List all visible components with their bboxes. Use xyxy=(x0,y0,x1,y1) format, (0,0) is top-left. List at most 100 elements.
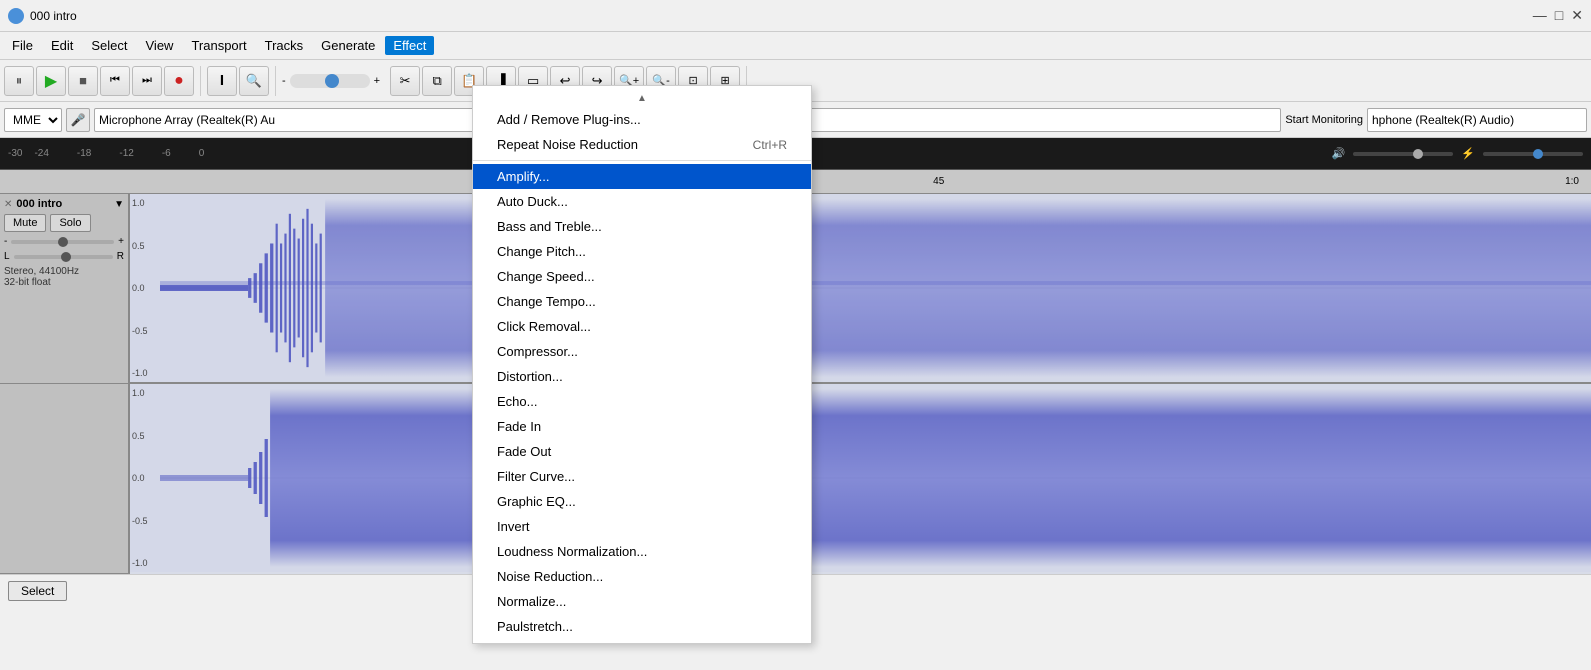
track1-mute-button[interactable]: Mute xyxy=(4,214,46,232)
dropdown-scroll-up[interactable]: ▲ xyxy=(473,90,811,107)
db-label-3: -18 xyxy=(77,148,91,159)
monitoring-label: Start Monitoring xyxy=(1285,114,1363,126)
menu-item-click-removal[interactable]: Click Removal... xyxy=(473,314,811,339)
menu-generate[interactable]: Generate xyxy=(313,36,383,55)
track1-controls: Mute Solo xyxy=(4,214,124,232)
menu-item-amplify[interactable]: Amplify... xyxy=(473,164,811,189)
waveform-2[interactable] xyxy=(160,384,1591,572)
menu-item-repeat-nr[interactable]: Repeat Noise Reduction Ctrl+R xyxy=(473,132,811,157)
volume-plus: + xyxy=(374,75,380,87)
gain-thumb[interactable] xyxy=(58,237,68,247)
menu-item-add-plugins[interactable]: Add / Remove Plug-ins... xyxy=(473,107,811,132)
track1-name: 000 intro xyxy=(16,198,110,210)
record-button[interactable]: ● xyxy=(164,66,194,96)
close-button[interactable]: ✕ xyxy=(1571,7,1583,24)
menu-item-bass-treble[interactable]: Bass and Treble... xyxy=(473,214,811,239)
menu-item-noise-reduction[interactable]: Noise Reduction... xyxy=(473,564,811,589)
menu-item-graphic-eq[interactable]: Graphic EQ... xyxy=(473,489,811,514)
host-select[interactable]: MME xyxy=(4,108,62,132)
amp2-1-0: 1.0 xyxy=(132,388,158,398)
skip-start-button[interactable]: ⏮ xyxy=(100,66,130,96)
minimize-button[interactable]: — xyxy=(1533,7,1547,24)
track1-pan-row: L R xyxy=(4,251,124,262)
amp2-0-5: 0.5 xyxy=(132,431,158,441)
track-panel: ✕ 000 intro ▼ Mute Solo - + L R xyxy=(0,194,130,574)
waveform-container: 1.0 0.5 0.0 -0.5 -1.0 // Generated via J… xyxy=(130,194,1591,574)
track1-solo-button[interactable]: Solo xyxy=(50,214,90,232)
speed-thumb[interactable] xyxy=(1533,149,1543,159)
amp-labels-2: 1.0 0.5 0.0 -0.5 -1.0 xyxy=(130,384,160,572)
pan-thumb[interactable] xyxy=(61,252,71,262)
menu-item-compressor[interactable]: Compressor... xyxy=(473,339,811,364)
mic-button[interactable]: 🎤 xyxy=(66,108,90,132)
spkr-icon: 🔊 xyxy=(1332,147,1346,160)
gain-minus: - xyxy=(4,236,7,247)
menu-item-fade-in[interactable]: Fade In xyxy=(473,414,811,439)
menu-item-change-tempo[interactable]: Change Tempo... xyxy=(473,289,811,314)
timeline-45: 45 xyxy=(933,176,944,187)
track1-arrow[interactable]: ▼ xyxy=(114,199,124,210)
track2-header xyxy=(0,384,128,574)
pan-slider[interactable] xyxy=(14,255,113,259)
pan-l: L xyxy=(4,251,10,262)
track1-close[interactable]: ✕ xyxy=(4,199,12,210)
db-label-5: -6 xyxy=(162,148,171,159)
track1-info: Stereo, 44100Hz 32-bit float xyxy=(4,266,124,288)
gain-slider[interactable] xyxy=(11,240,114,244)
title-bar: 000 intro — □ ✕ xyxy=(0,0,1591,32)
gain-plus: + xyxy=(118,236,124,247)
dropdown-sep-1 xyxy=(473,160,811,161)
track1-name-row: ✕ 000 intro ▼ xyxy=(4,198,124,210)
waveform-1[interactable] xyxy=(160,194,1591,382)
menu-tracks[interactable]: Tracks xyxy=(257,36,312,55)
menu-item-auto-duck[interactable]: Auto Duck... xyxy=(473,189,811,214)
db-label-1: -30 xyxy=(8,148,22,159)
select-tool-button[interactable]: I xyxy=(207,66,237,96)
menu-transport[interactable]: Transport xyxy=(183,36,254,55)
amp2-0-0: 0.0 xyxy=(132,473,158,483)
zoom-tool-button[interactable]: 🔍 xyxy=(239,66,269,96)
volume-slider[interactable] xyxy=(290,74,370,88)
stop-button[interactable]: ■ xyxy=(68,66,98,96)
pause-button[interactable]: ⏸ xyxy=(4,66,34,96)
select-button[interactable]: Select xyxy=(8,581,67,601)
track1-header: ✕ 000 intro ▼ Mute Solo - + L R xyxy=(0,194,128,384)
output-vol-slider[interactable] xyxy=(1353,152,1453,156)
pan-r: R xyxy=(117,251,124,262)
menu-view[interactable]: View xyxy=(138,36,182,55)
menu-file[interactable]: File xyxy=(4,36,41,55)
menu-item-filter-curve[interactable]: Filter Curve... xyxy=(473,464,811,489)
waveform-track1[interactable]: 1.0 0.5 0.0 -0.5 -1.0 // Generated via J… xyxy=(130,194,1591,384)
output-device-label: hphone (Realtek(R) Audio) xyxy=(1367,108,1587,132)
meter-controls: 🔊 ⚡ xyxy=(1332,147,1583,160)
menu-item-fade-out[interactable]: Fade Out xyxy=(473,439,811,464)
menu-item-echo[interactable]: Echo... xyxy=(473,389,811,414)
waveform-track2[interactable]: 1.0 0.5 0.0 -0.5 -1.0 xyxy=(130,384,1591,572)
skip-end-button[interactable]: ⏭ xyxy=(132,66,162,96)
play-button[interactable]: ▶ xyxy=(36,66,66,96)
menu-item-normalize[interactable]: Normalize... xyxy=(473,589,811,614)
menu-item-change-speed[interactable]: Change Speed... xyxy=(473,264,811,289)
menu-effect[interactable]: Effect xyxy=(385,36,434,55)
menu-select[interactable]: Select xyxy=(83,36,135,55)
amp-labels-1: 1.0 0.5 0.0 -0.5 -1.0 xyxy=(130,194,160,382)
output-vol-thumb[interactable] xyxy=(1413,149,1423,159)
timeline-spacer xyxy=(4,170,134,193)
volume-thumb[interactable] xyxy=(325,74,339,88)
speed-slider[interactable] xyxy=(1483,152,1583,156)
maximize-button[interactable]: □ xyxy=(1555,7,1563,24)
amp2-neg1-0: -1.0 xyxy=(132,558,158,568)
window-controls: — □ ✕ xyxy=(1533,7,1583,24)
copy-button[interactable]: ⧉ xyxy=(422,66,452,96)
cut-button[interactable]: ✂ xyxy=(390,66,420,96)
menu-item-distortion[interactable]: Distortion... xyxy=(473,364,811,389)
amp-neg1-0: -1.0 xyxy=(132,368,158,378)
menu-item-loudness-norm[interactable]: Loudness Normalization... xyxy=(473,539,811,564)
tools-group: I 🔍 xyxy=(207,66,276,96)
track1-gain-row: - + xyxy=(4,236,124,247)
menu-item-paulstretch[interactable]: Paulstretch... xyxy=(473,614,811,639)
menu-edit[interactable]: Edit xyxy=(43,36,81,55)
menu-item-change-pitch[interactable]: Change Pitch... xyxy=(473,239,811,264)
volume-minus: - xyxy=(282,75,286,87)
menu-item-invert[interactable]: Invert xyxy=(473,514,811,539)
